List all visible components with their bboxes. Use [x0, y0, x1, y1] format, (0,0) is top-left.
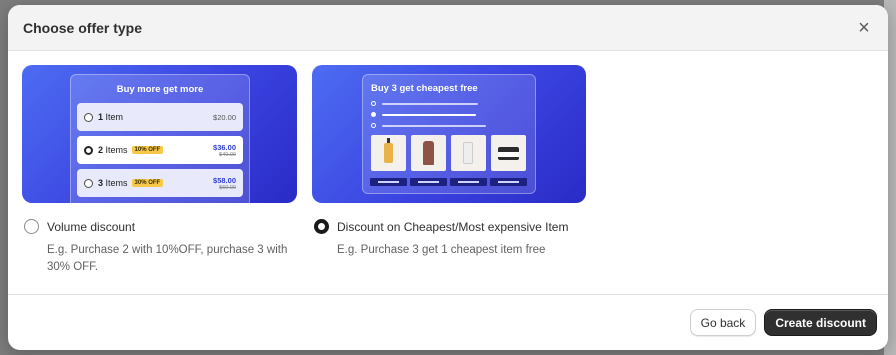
preview-add-button: [410, 178, 447, 186]
create-discount-button[interactable]: Create discount: [764, 309, 877, 336]
preview-tier-price: $20.00: [213, 112, 236, 122]
preview-panel: Buy more get more 1 Item $20.00 2 Items …: [70, 74, 250, 203]
preview-tier-2: 2 Items 10% OFF $36.00 $40.00: [77, 136, 243, 164]
preview-discount-badge: 30% OFF: [131, 179, 164, 187]
serum-bottle-image: [371, 135, 406, 171]
cheapest-item-radio[interactable]: [314, 219, 329, 234]
modal-header: Choose offer type ×: [8, 5, 888, 51]
volume-discount-radio-row[interactable]: Volume discount: [24, 219, 297, 234]
preview-discount-badge: 10% OFF: [131, 146, 164, 154]
go-back-button[interactable]: Go back: [689, 309, 757, 336]
close-icon[interactable]: ×: [854, 18, 874, 38]
preview-add-button: [370, 178, 407, 186]
modal-body: Buy more get more 1 Item $20.00 2 Items …: [8, 51, 888, 294]
preview-title: Buy 3 get cheapest free: [371, 83, 478, 94]
preview-panel: Buy 3 get cheapest free: [362, 74, 536, 194]
preview-tier-price: $58.00 $60.00: [213, 175, 236, 191]
dropper-bottle-image: [451, 135, 486, 171]
cheapest-item-preview-image[interactable]: Buy 3 get cheapest free: [312, 65, 586, 203]
preview-option-line: [371, 123, 486, 128]
preview-tier-label: 2 Items: [98, 145, 128, 155]
preview-radio-selected-icon: [84, 145, 93, 155]
preview-tier-3: 3 Items 30% OFF $58.00 $60.00: [77, 169, 243, 197]
cheapest-item-radio-row[interactable]: Discount on Cheapest/Most expensive Item: [314, 219, 586, 234]
option-volume-discount[interactable]: Buy more get more 1 Item $20.00 2 Items …: [22, 65, 297, 276]
preview-title: Buy more get more: [116, 84, 204, 95]
preview-option-line: [371, 101, 478, 106]
volume-discount-radio[interactable]: [24, 219, 39, 234]
preview-radio-icon: [84, 112, 93, 122]
modal-footer: Go back Create discount: [8, 294, 888, 350]
cheapest-item-description: E.g. Purchase 3 get 1 cheapest item free: [337, 244, 546, 256]
preview-radio-icon: [84, 178, 93, 188]
preview-tier-label: 3 Items: [98, 178, 128, 188]
modal-title: Choose offer type: [23, 19, 143, 36]
volume-discount-label[interactable]: Volume discount: [47, 220, 135, 234]
volume-discount-preview-image[interactable]: Buy more get more 1 Item $20.00 2 Items …: [22, 65, 297, 203]
volume-discount-description: E.g. Purchase 2 with 10%OFF, purchase 3 …: [47, 244, 288, 273]
option-cheapest-item-discount[interactable]: Buy 3 get cheapest free Discount on Chea…: [312, 65, 586, 259]
preview-option-line: [371, 112, 476, 117]
preview-add-button: [490, 178, 527, 186]
preview-tier-price: $36.00 $40.00: [213, 142, 236, 158]
cheapest-item-label[interactable]: Discount on Cheapest/Most expensive Item: [337, 220, 568, 234]
lipstick-image: [411, 135, 446, 171]
preview-add-button: [450, 178, 487, 186]
preview-tier-label: 1 Item: [98, 112, 124, 122]
preview-tier-1: 1 Item $20.00: [77, 103, 243, 131]
cream-jar-image: [491, 135, 526, 171]
offer-type-modal: Choose offer type × Buy more get more 1 …: [8, 5, 888, 350]
